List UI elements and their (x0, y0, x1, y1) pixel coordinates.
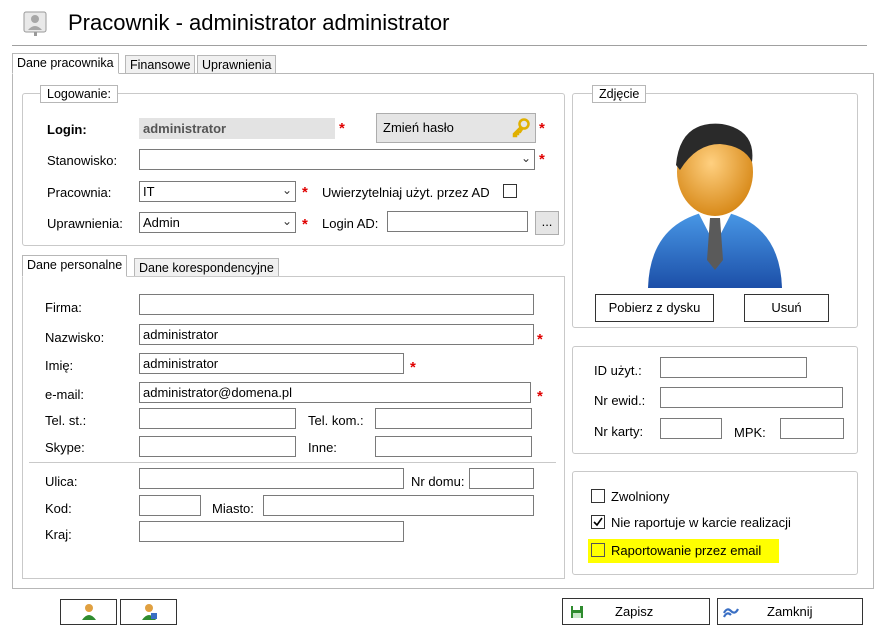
studio-value: IT (143, 184, 155, 199)
chevron-down-icon: ⌄ (520, 151, 531, 165)
login-group-legend: Logowanie: (40, 85, 118, 103)
no-report-checkbox[interactable] (591, 515, 605, 529)
email-report-label: Raportowanie przez email (611, 543, 762, 558)
company-field[interactable] (139, 294, 534, 315)
required-marker: * (537, 388, 543, 405)
close-label: Zamknij (767, 604, 813, 619)
tab-dane-personalne[interactable]: Dane personalne (22, 255, 128, 277)
house-number-field[interactable] (469, 468, 534, 489)
dismissed-label: Zwolniony (611, 489, 670, 504)
save-button[interactable]: Zapisz (562, 598, 710, 625)
email-report-checkbox[interactable] (591, 543, 605, 557)
photo-group-legend: Zdjęcie (592, 85, 647, 103)
chevron-down-icon: ⌄ (281, 183, 292, 197)
close-button[interactable]: Zamknij (717, 598, 863, 625)
dismissed-checkbox[interactable] (591, 489, 605, 503)
window-icon (22, 10, 50, 38)
user-action-button-2[interactable] (120, 599, 177, 625)
mpk-label: MPK: (734, 425, 766, 440)
user-edit-icon (142, 604, 157, 620)
surname-field[interactable]: administrator (139, 324, 534, 345)
city-field[interactable] (263, 495, 534, 516)
chevron-down-icon: ⌄ (281, 214, 292, 228)
tab-dane-pracownika[interactable]: Dane pracownika (12, 53, 119, 74)
save-label: Zapisz (615, 604, 654, 619)
user-id-label: ID użyt.: (594, 363, 642, 378)
required-marker: * (539, 151, 545, 168)
record-number-field[interactable] (660, 387, 843, 408)
key-icon (511, 118, 531, 141)
browse-ad-button[interactable]: ... (535, 211, 559, 235)
required-marker: * (302, 216, 308, 233)
ad-auth-checkbox[interactable] (503, 184, 517, 198)
title-divider (12, 45, 867, 46)
address-divider (29, 462, 556, 463)
house-number-label: Nr domu: (411, 474, 465, 489)
required-marker: * (539, 120, 545, 137)
firstname-field[interactable]: administrator (139, 353, 404, 374)
change-password-button[interactable]: Zmień hasło (376, 113, 536, 143)
other-label: Inne: (308, 440, 337, 455)
studio-label: Pracownia: (47, 185, 112, 200)
position-dropdown[interactable]: ⌄ (139, 149, 535, 170)
postcode-label: Kod: (45, 501, 72, 516)
phone-label: Tel. st.: (45, 413, 87, 428)
checkmark-icon (593, 517, 603, 527)
other-field[interactable] (375, 436, 532, 457)
email-field[interactable]: administrator@domena.pl (139, 382, 531, 403)
login-ad-label: Login AD: (322, 216, 379, 231)
required-marker: * (410, 359, 416, 376)
no-report-label: Nie raportuje w karcie realizacji (611, 515, 791, 530)
user-action-button-1[interactable] (60, 599, 117, 625)
country-field[interactable] (139, 521, 404, 542)
street-field[interactable] (139, 468, 404, 489)
permissions-label: Uprawnienia: (47, 216, 123, 231)
country-label: Kraj: (45, 527, 72, 542)
card-number-field[interactable] (660, 418, 722, 439)
mpk-field[interactable] (780, 418, 844, 439)
login-label: Login: (47, 122, 87, 137)
street-label: Ulica: (45, 474, 78, 489)
mobile-label: Tel. kom.: (308, 413, 364, 428)
required-marker: * (302, 184, 308, 201)
login-field[interactable]: administrator (139, 118, 335, 139)
permissions-value: Admin (143, 215, 180, 230)
user-avatar-icon (640, 110, 790, 290)
tab-uprawnienia[interactable]: Uprawnienia (197, 55, 277, 74)
tab-finansowe[interactable]: Finansowe (125, 55, 196, 74)
user-add-icon (82, 604, 96, 620)
phone-field[interactable] (139, 408, 296, 429)
save-icon (571, 606, 583, 618)
user-id-field[interactable] (660, 357, 807, 378)
studio-dropdown[interactable]: IT ⌄ (139, 181, 296, 202)
login-ad-field[interactable] (387, 211, 528, 232)
company-label: Firma: (45, 300, 82, 315)
postcode-field[interactable] (139, 495, 201, 516)
skype-field[interactable] (139, 436, 296, 457)
record-number-label: Nr ewid.: (594, 393, 646, 408)
email-label: e-mail: (45, 387, 85, 402)
city-label: Miasto: (212, 501, 254, 516)
permissions-dropdown[interactable]: Admin ⌄ (139, 212, 296, 233)
ad-auth-label: Uwierzytelniaj użyt. przez AD (322, 185, 490, 200)
close-icon (723, 608, 739, 618)
required-marker: * (537, 331, 543, 348)
window-title: Pracownik - administrator administrator (68, 10, 450, 35)
change-password-label: Zmień hasło (383, 120, 454, 135)
required-marker: * (339, 120, 345, 137)
remove-photo-button[interactable]: Usuń (744, 294, 829, 322)
position-label: Stanowisko: (47, 153, 118, 168)
surname-label: Nazwisko: (45, 330, 105, 345)
firstname-label: Imię: (45, 358, 74, 373)
mobile-field[interactable] (375, 408, 532, 429)
load-from-disk-button[interactable]: Pobierz z dysku (595, 294, 714, 322)
card-number-label: Nr karty: (594, 424, 644, 439)
skype-label: Skype: (45, 440, 85, 455)
tab-dane-korespondencyjne[interactable]: Dane korespondencyjne (134, 258, 279, 277)
